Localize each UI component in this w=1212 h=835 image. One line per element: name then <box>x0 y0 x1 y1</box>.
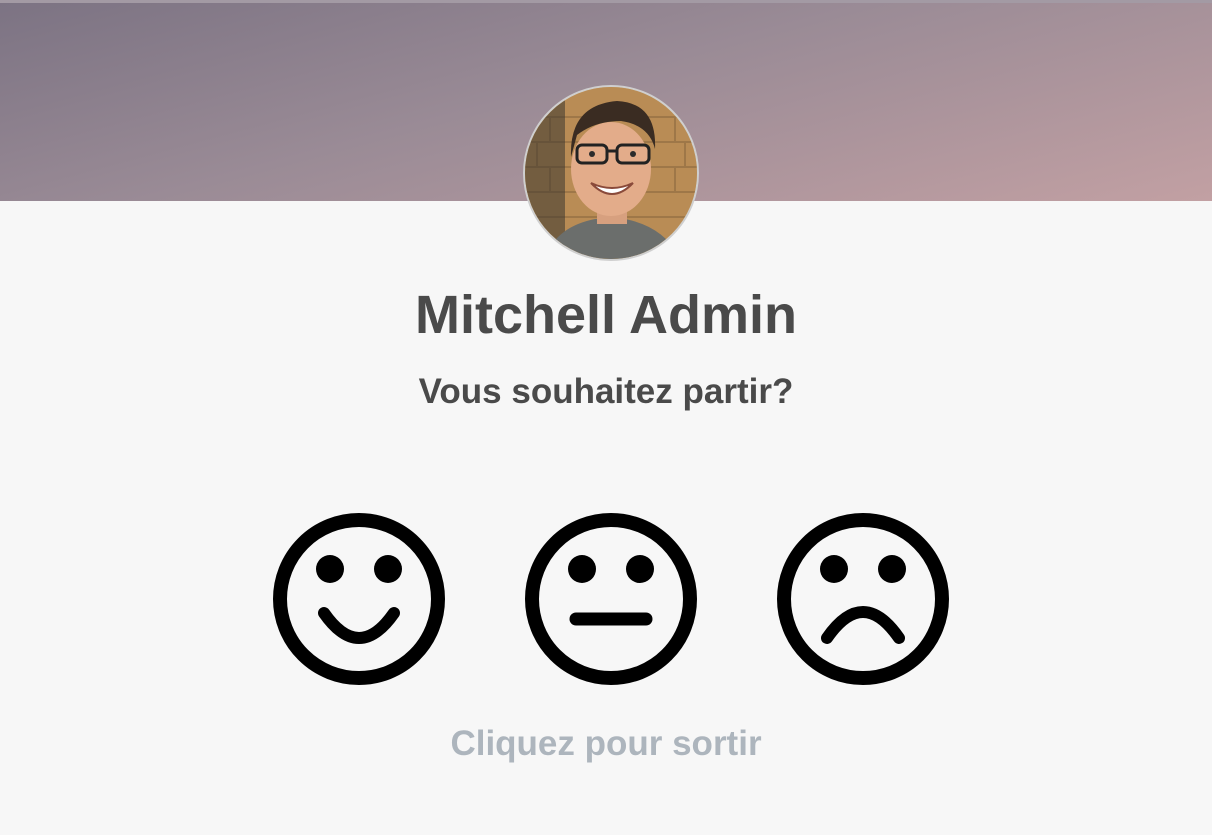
smiley-happy-icon[interactable] <box>272 512 446 686</box>
kiosk-page: Mitchell Admin Vous souhaitez partir? Cl… <box>0 0 1212 835</box>
employee-name: Mitchell Admin <box>414 285 797 345</box>
smiley-sad-icon[interactable] <box>776 512 950 686</box>
leave-question: Vous souhaitez partir? <box>418 372 794 411</box>
exit-link[interactable]: Cliquez pour sortir <box>0 724 1212 764</box>
smiley-neutral-icon[interactable] <box>524 512 698 686</box>
employee-avatar <box>523 85 699 261</box>
